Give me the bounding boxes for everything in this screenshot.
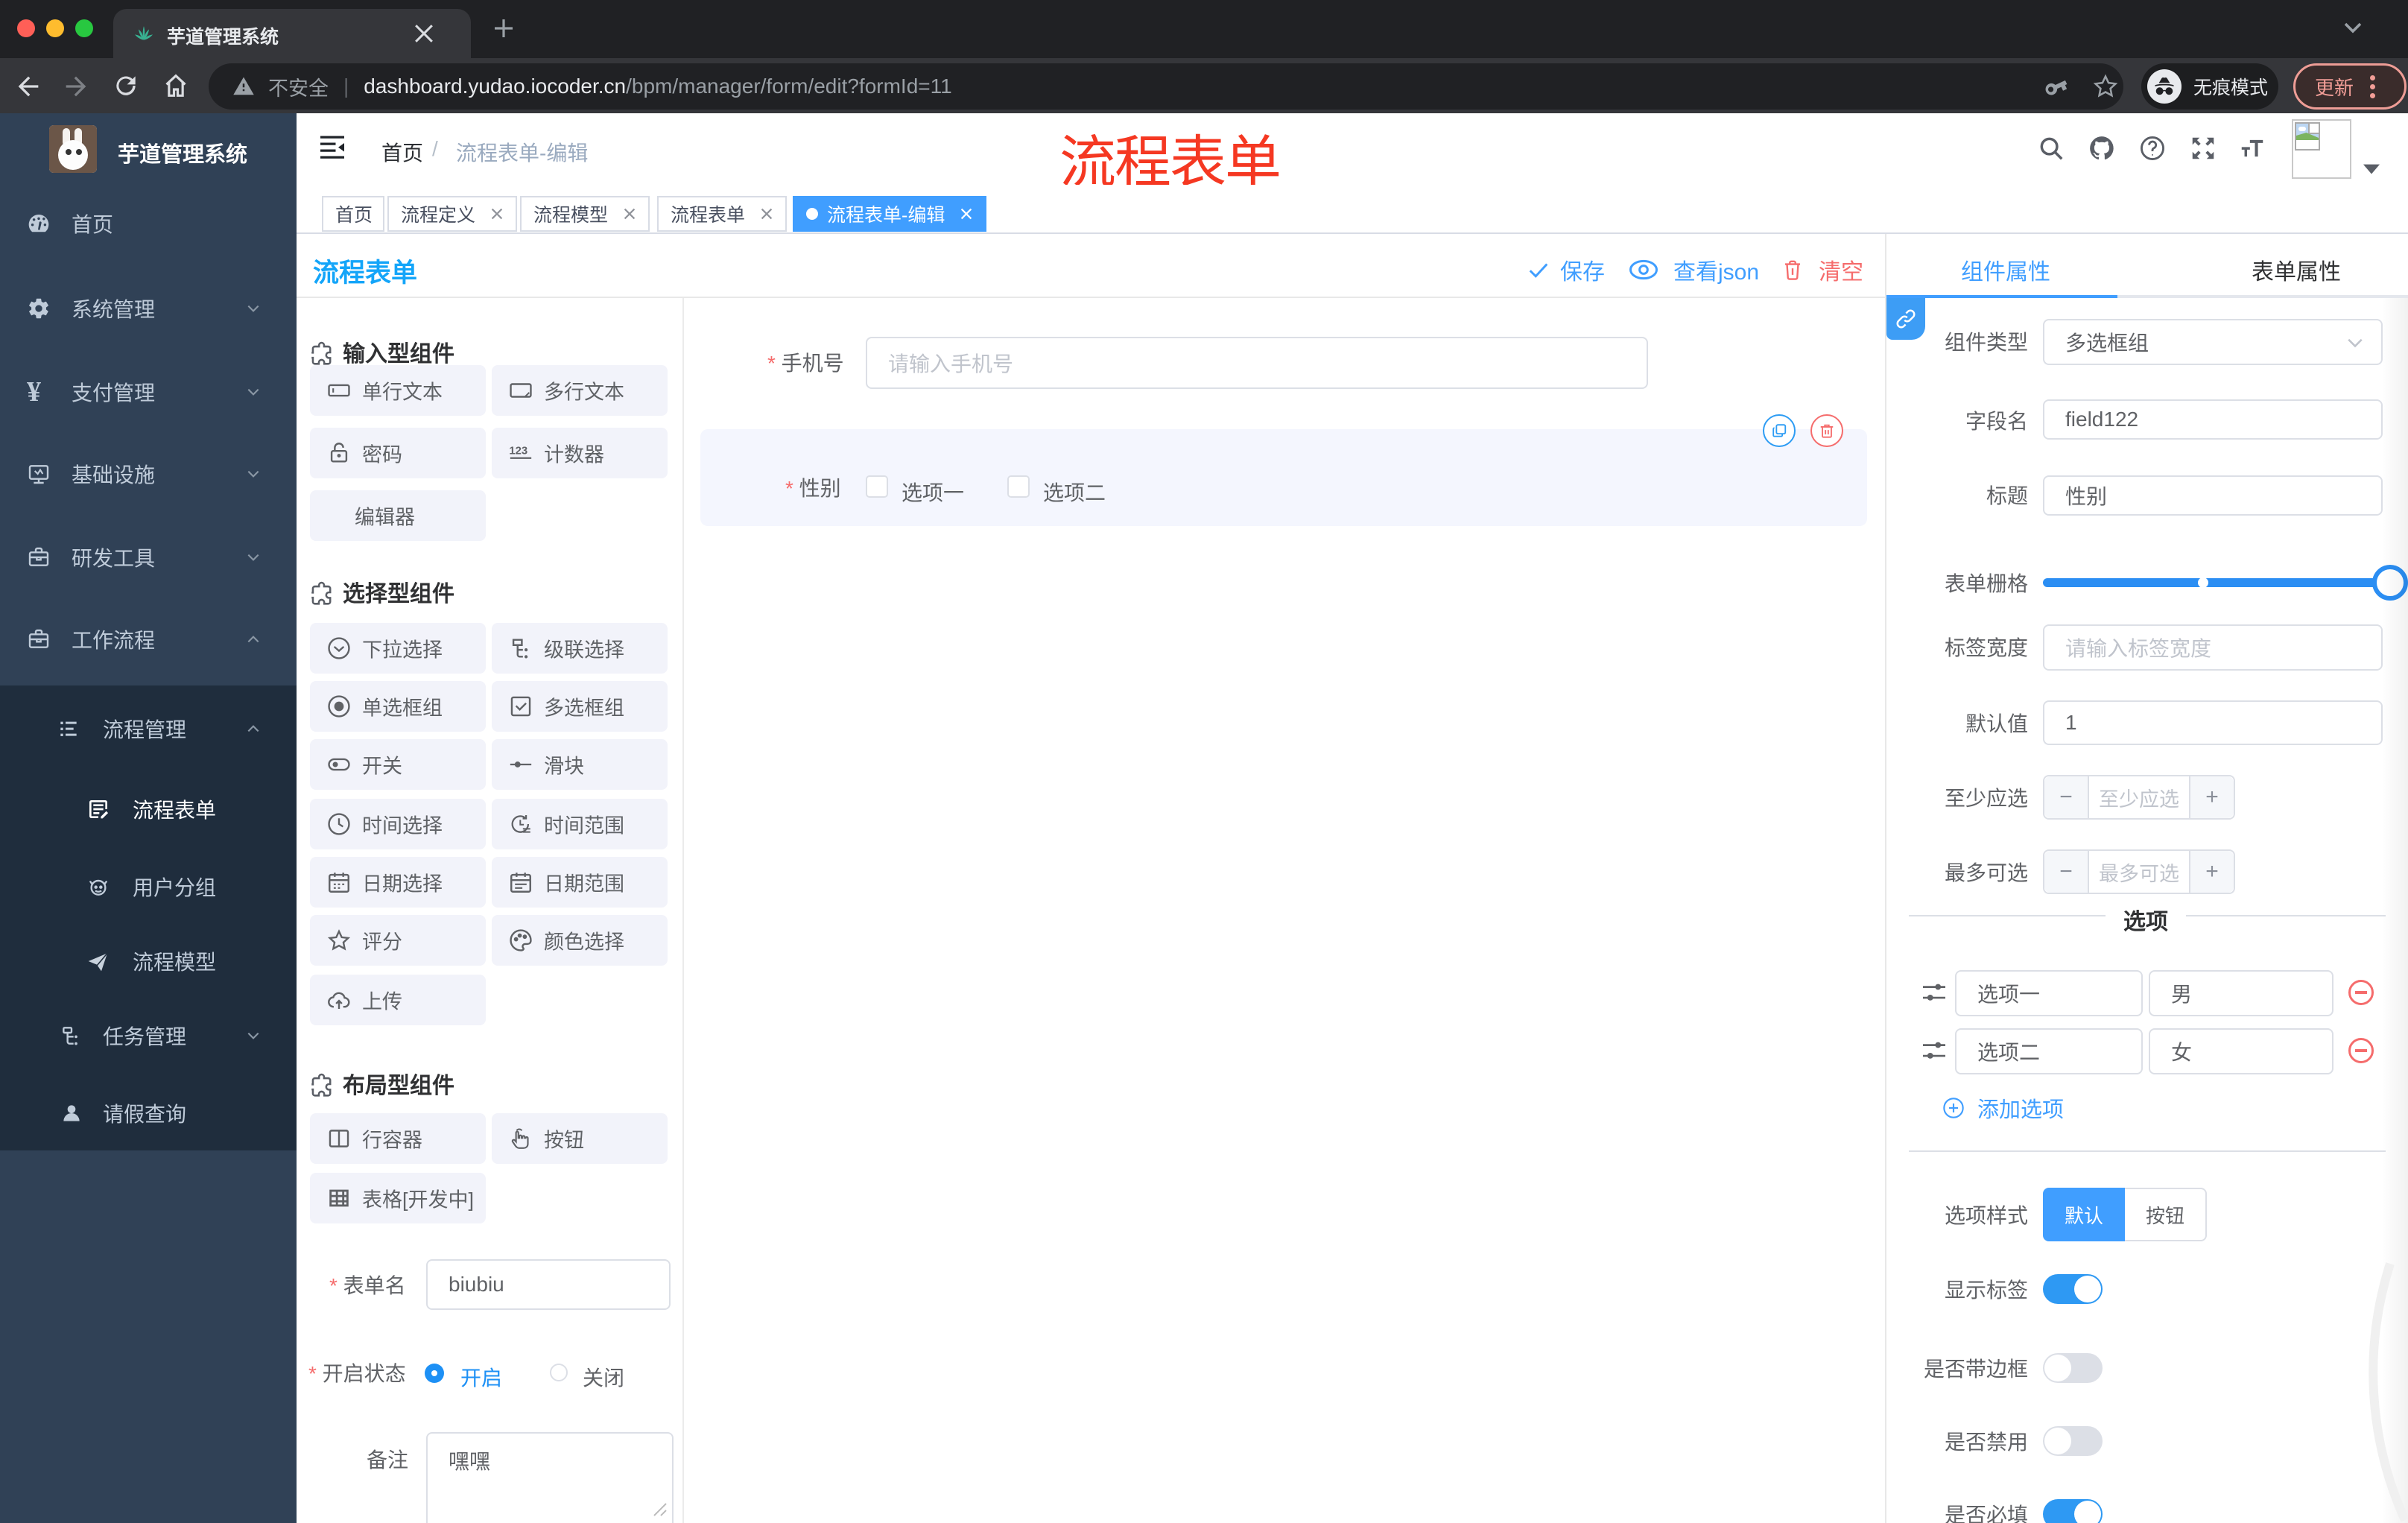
svg-text:123: 123: [509, 445, 527, 457]
